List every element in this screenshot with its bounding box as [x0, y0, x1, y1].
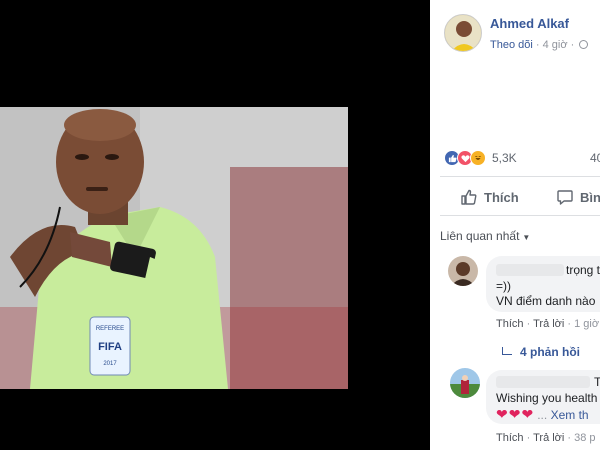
reaction-count: 5,3K	[492, 151, 517, 165]
comment-like-link-2[interactable]: Thích	[496, 432, 524, 444]
author-meta: Theo dõi · 4 giờ ·	[490, 39, 589, 51]
commenter-name-2[interactable]: T	[594, 375, 600, 389]
comment-text-line: =))	[496, 279, 511, 293]
heart-icon: ❤	[508, 406, 521, 422]
comment-emoji-line: ❤ ❤ ❤ ... Xem th	[496, 406, 589, 423]
commenter-avatar-2[interactable]	[450, 368, 480, 398]
comment-button[interactable]: Bình luận	[556, 188, 600, 206]
badge-year-text: 2017	[103, 361, 117, 367]
comment-icon	[557, 190, 573, 205]
thumbs-up-icon	[461, 189, 477, 205]
see-more-link[interactable]: ... Xem th	[537, 408, 588, 422]
comment-text-line: VN điểm danh nào	[496, 294, 596, 308]
heart-icon: ❤	[496, 406, 508, 422]
badge-top-text: REFEREE	[96, 326, 124, 332]
divider	[440, 176, 600, 177]
meta-separator: ·	[535, 39, 543, 51]
referee-illustration: REFEREE FIFA 2017	[0, 107, 348, 389]
replies-label: 4 phản hồi	[520, 345, 580, 359]
comment-sort-dropdown[interactable]: Liên quan nhất ▼	[440, 229, 530, 243]
comment-actions-2: ThíchTrả lời38 p	[496, 432, 596, 444]
globe-icon	[579, 40, 589, 49]
comment-actions: ThíchTrả lời1 giờ	[496, 318, 599, 330]
author-avatar[interactable]	[444, 14, 482, 52]
caret-down-icon: ▼	[522, 233, 531, 242]
reactions-summary[interactable]: 5,3K	[444, 149, 517, 167]
divider-2	[440, 215, 600, 216]
comment-time[interactable]: 1 giờ	[564, 318, 599, 330]
comment-sort-label: Liên quan nhất	[440, 229, 520, 243]
comment-button-label: Bình luận	[580, 189, 600, 205]
comment-like-link[interactable]: Thích	[496, 318, 524, 330]
badge-main-text: FIFA	[98, 341, 122, 353]
photo-viewer: REFEREE FIFA 2017	[0, 0, 430, 450]
see-more-label: Xem th	[550, 407, 589, 422]
ellipsis: ...	[537, 407, 548, 422]
follow-link[interactable]: Theo dõi	[490, 39, 533, 51]
like-button-label: Thích	[484, 189, 519, 205]
post-sidebar: Ahmed Alkaf Theo dõi · 4 giờ · 5,3K 40 T…	[430, 0, 600, 450]
comment-count[interactable]: 40	[590, 151, 600, 165]
comment-time-2[interactable]: 38 p	[564, 432, 595, 444]
meta-separator-2: ·	[570, 39, 578, 51]
like-button[interactable]: Thích	[460, 188, 519, 206]
author-name[interactable]: Ahmed Alkaf	[490, 16, 569, 31]
heart-icon: ❤	[521, 406, 534, 422]
commenter-name[interactable]: trọng t	[566, 263, 600, 277]
reply-arrow-icon	[502, 347, 512, 355]
commenter-name-redacted-2	[496, 376, 590, 388]
comment-text-line-2: Wishing you health	[496, 391, 598, 405]
view-replies-link[interactable]: 4 phản hồi	[502, 345, 580, 359]
comment-reply-link-2[interactable]: Trả lời	[524, 432, 565, 444]
commenter-avatar[interactable]	[448, 256, 478, 286]
post-photo[interactable]: REFEREE FIFA 2017	[0, 107, 348, 389]
haha-reaction-icon	[470, 150, 486, 166]
commenter-name-redacted	[496, 264, 564, 276]
comment-reply-link[interactable]: Trả lời	[524, 318, 565, 330]
post-time[interactable]: 4 giờ	[543, 39, 568, 51]
